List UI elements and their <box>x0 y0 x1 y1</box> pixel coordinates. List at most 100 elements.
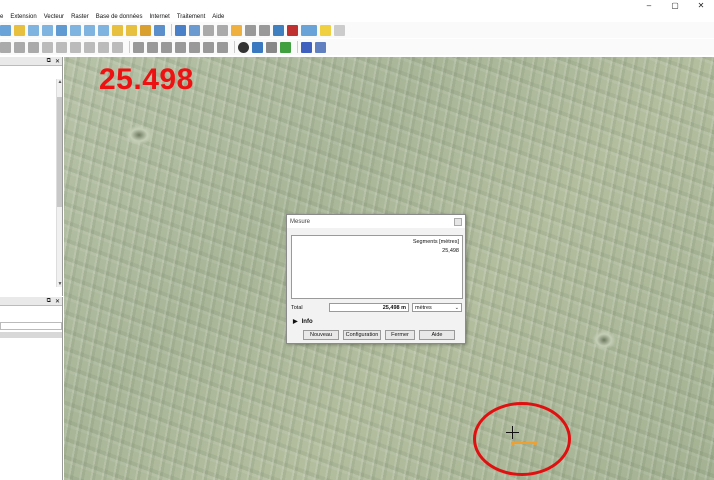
expand-triangle-icon: ▶ <box>293 319 298 325</box>
dialog-buttons: Nouveau Configuration Fermer Aide <box>303 330 455 340</box>
configuration-button[interactable]: Configuration <box>343 330 381 340</box>
close-button[interactable]: ✕ <box>688 0 714 11</box>
separator <box>129 41 130 53</box>
layers-panel-header: ⧉ ✕ <box>0 57 62 66</box>
measure-segment <box>513 442 535 444</box>
zoom-native-icon[interactable] <box>98 24 109 36</box>
toolbar-navigation <box>0 22 714 38</box>
browser-panel-header: ⧉ ✕ <box>0 297 62 306</box>
diagram-icon[interactable] <box>217 41 228 53</box>
table-icon[interactable] <box>245 24 256 36</box>
measure-start-point <box>511 441 515 445</box>
minimize-button[interactable]: – <box>636 0 662 11</box>
measure-icon[interactable] <box>301 24 317 36</box>
maximize-button[interactable]: ▢ <box>662 0 688 11</box>
annotation-icon[interactable] <box>320 24 331 36</box>
browser-selected-row[interactable] <box>0 332 62 338</box>
dialog-close-button[interactable] <box>454 218 462 226</box>
pin-label-icon[interactable] <box>147 41 158 53</box>
attribute-icon[interactable] <box>217 24 228 36</box>
browser-panel: ⧉ ✕ <box>0 297 63 480</box>
deselect-icon[interactable] <box>203 24 214 36</box>
measure-end-point <box>533 441 537 445</box>
unit-select[interactable]: mètres ⌄ <box>412 303 462 312</box>
crosshair-cursor-icon <box>506 426 519 439</box>
menu-bar: e Extension Vecteur Raster Base de donné… <box>0 11 714 22</box>
zoom-in-icon[interactable] <box>28 24 39 36</box>
float-icon[interactable]: ⧉ <box>47 298 51 305</box>
redo-icon[interactable] <box>112 41 123 53</box>
sigma-icon[interactable] <box>287 24 298 36</box>
plugin-camera-icon[interactable] <box>238 41 249 53</box>
digitize-icon[interactable] <box>0 41 11 53</box>
identify-icon[interactable] <box>175 24 186 36</box>
python-icon[interactable] <box>252 41 263 53</box>
measurement-overlay: 25.498 <box>99 63 194 96</box>
close-panel-icon[interactable]: ✕ <box>55 58 60 65</box>
settings-icon[interactable] <box>273 24 284 36</box>
chevron-down-icon: ⌄ <box>454 305 459 311</box>
rotate-label-icon[interactable] <box>189 41 200 53</box>
float-icon[interactable]: ⧉ <box>47 58 51 65</box>
scroll-up-icon[interactable]: ▲ <box>57 79 63 85</box>
select-icon[interactable] <box>189 24 200 36</box>
unit-value: mètres <box>415 305 432 311</box>
zoom-last-icon[interactable] <box>112 24 123 36</box>
separator <box>171 24 172 36</box>
new-button[interactable]: Nouveau <box>303 330 339 340</box>
menu-item-extension[interactable]: Extension <box>10 14 36 20</box>
menu-item-base-de-donnees[interactable]: Base de données <box>96 14 143 20</box>
menu-item-vecteur[interactable]: Vecteur <box>44 14 64 20</box>
refresh-map-icon[interactable] <box>154 24 165 36</box>
menu-item-partial[interactable]: e <box>0 14 3 20</box>
undo-icon[interactable] <box>98 41 109 53</box>
close-dialog-button[interactable]: Fermer <box>385 330 415 340</box>
change-label-icon[interactable] <box>203 41 214 53</box>
text-annotation-icon[interactable] <box>334 24 345 36</box>
scroll-down-icon[interactable]: ▼ <box>57 281 63 287</box>
segments-list: Segments [mètres] 25,498 <box>291 235 463 299</box>
separator <box>234 41 235 53</box>
zoom-next-icon[interactable] <box>126 24 137 36</box>
refresh-icon[interactable] <box>0 24 11 36</box>
window-controls: – ▢ ✕ <box>636 0 714 11</box>
close-panel-icon[interactable]: ✕ <box>55 298 60 305</box>
statistics-icon[interactable] <box>259 24 270 36</box>
copy-icon[interactable] <box>70 41 81 53</box>
pan-icon[interactable] <box>14 24 25 36</box>
menu-item-raster[interactable]: Raster <box>71 14 89 20</box>
segment-row: 25,498 <box>442 248 459 254</box>
label-icon[interactable] <box>133 41 144 53</box>
zoom-full-icon[interactable] <box>56 24 67 36</box>
zoom-layer-icon[interactable] <box>84 24 95 36</box>
zoom-selection-icon[interactable] <box>70 24 81 36</box>
separator <box>297 41 298 53</box>
move-feature-icon[interactable] <box>28 41 39 53</box>
dialog-title: Mesure <box>287 215 465 228</box>
globe-icon[interactable] <box>280 41 291 53</box>
zoom-out-icon[interactable] <box>42 24 53 36</box>
delete-icon[interactable] <box>42 41 53 53</box>
menu-item-traitement[interactable]: Traitement <box>177 14 205 20</box>
book-icon[interactable] <box>301 41 312 53</box>
move-label-icon[interactable] <box>175 41 186 53</box>
paste-icon[interactable] <box>84 41 95 53</box>
info-toggle[interactable]: ▶ Info <box>293 318 313 326</box>
layers-panel: ⧉ ✕ ▲ ▼ <box>0 57 63 296</box>
network-icon[interactable] <box>315 41 326 53</box>
field-calculator-icon[interactable] <box>231 24 242 36</box>
show-label-icon[interactable] <box>161 41 172 53</box>
total-row: Total 25,498 m mètres ⌄ <box>291 303 463 312</box>
info-label: Info <box>301 318 313 325</box>
total-label: Total <box>291 304 303 311</box>
scroll-thumb[interactable] <box>57 97 62 207</box>
menu-item-internet[interactable]: Internet <box>149 14 169 20</box>
poi-icon[interactable] <box>266 41 277 53</box>
bookmark-icon[interactable] <box>140 24 151 36</box>
cut-icon[interactable] <box>56 41 67 53</box>
node-tool-icon[interactable] <box>14 41 25 53</box>
help-button[interactable]: Aide <box>419 330 455 340</box>
menu-item-aide[interactable]: Aide <box>212 14 224 20</box>
layers-scrollbar[interactable]: ▲ ▼ <box>56 79 62 287</box>
browser-filter-input[interactable] <box>0 322 62 330</box>
